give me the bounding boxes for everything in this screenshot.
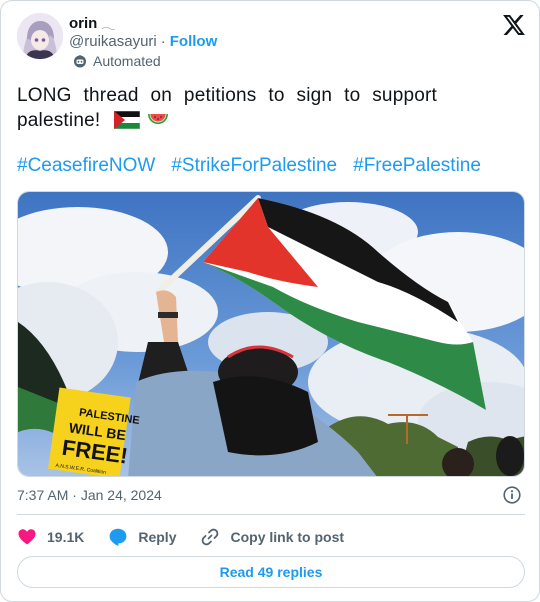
reply-button[interactable]: Reply (108, 527, 176, 547)
automated-bot-icon (74, 55, 86, 68)
timestamp[interactable]: 7:37 AM · Jan 24, 2024 (17, 487, 162, 503)
like-count: 19.1K (47, 529, 85, 545)
read-replies-button[interactable]: Read 49 replies (17, 556, 525, 588)
tweet-photo[interactable]: PALESTINE WILL BE FREE! A.N.S.W.E.R. Coa… (17, 191, 525, 477)
post-date: Jan 24, 2024 (80, 487, 162, 503)
copy-link-label: Copy link to post (230, 529, 345, 545)
name-row: orin 𓂃 (69, 13, 115, 33)
like-button[interactable]: 19.1K (17, 527, 84, 547)
timestamp-separator: · (72, 487, 77, 503)
tweet-header: orin 𓂃 @ruikasayuri · Follow Automated (17, 13, 525, 73)
automated-label-row[interactable]: Automated (73, 53, 161, 69)
avatar[interactable] (17, 13, 63, 59)
heart-icon (18, 529, 36, 545)
handle[interactable]: @ruikasayuri (69, 33, 157, 50)
automated-label: Automated (93, 53, 161, 69)
post-time: 7:37 AM (17, 487, 69, 503)
tweet-card: orin 𓂃 @ruikasayuri · Follow Automated L… (0, 0, 540, 602)
divider (17, 514, 525, 515)
reply-bubble-icon (109, 528, 127, 546)
action-bar: 19.1K Reply Copy link to post (17, 525, 368, 549)
hashtag-link[interactable]: #CeasefireNOW (17, 155, 155, 177)
tweet-text: LONG thread on petitions to sign to supp… (17, 83, 437, 133)
palestine-flag-emoji (113, 111, 140, 129)
handle-separator: · (160, 33, 166, 50)
follow-button[interactable]: Follow (170, 33, 218, 50)
hashtag-link[interactable]: #FreePalestine (353, 155, 481, 177)
handle-row: @ruikasayuri · Follow (69, 33, 217, 50)
name-glyph: 𓂃 (101, 18, 116, 32)
display-name[interactable]: orin (69, 15, 97, 32)
watermelon-emoji (148, 114, 169, 124)
copy-link-button[interactable]: Copy link to post (200, 527, 344, 547)
link-icon (202, 528, 219, 546)
hashtags: #CeasefireNOW #StrikeForPalestine #FreeP… (17, 155, 481, 177)
hashtag-link[interactable]: #StrikeForPalestine (171, 155, 337, 177)
info-icon[interactable] (503, 486, 521, 504)
reply-label: Reply (138, 529, 177, 545)
x-logo-icon[interactable] (503, 15, 525, 35)
tweet-text-body: LONG thread on petitions to sign to supp… (17, 85, 437, 131)
